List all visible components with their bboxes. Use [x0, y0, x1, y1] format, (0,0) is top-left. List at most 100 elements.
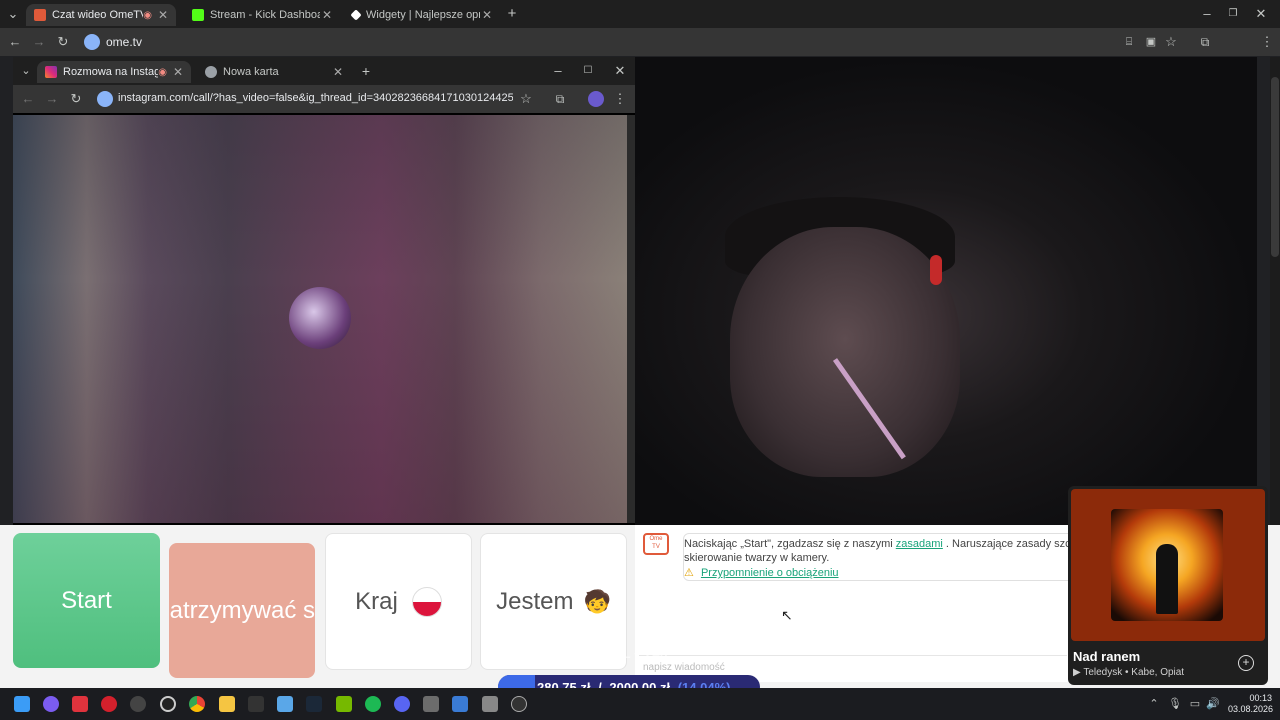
menu-icon[interactable]: ⋮ [1258, 34, 1276, 50]
address-bar[interactable]: ome.tv [106, 35, 142, 49]
tab-search-icon[interactable]: ⌄ [4, 6, 22, 22]
recording-icon: ◉ [143, 9, 152, 21]
chrome-icon[interactable] [189, 696, 205, 712]
goal-title: FOTEL + 24h [588, 646, 668, 661]
forward-icon[interactable]: → [30, 34, 48, 50]
close-tab-icon[interactable]: ✕ [156, 8, 170, 22]
file-explorer-icon[interactable] [219, 696, 235, 712]
rules-link[interactable]: zasadami [896, 538, 943, 550]
scrollbar-thumb[interactable] [1271, 77, 1279, 257]
scrollbar[interactable] [627, 115, 635, 523]
new-tab-icon[interactable]: + [503, 6, 521, 22]
tab-instagram-call[interactable]: Rozmowa na Instagramie ◉ ✕ [37, 61, 191, 83]
forward-icon[interactable]: → [43, 91, 61, 107]
tab-ometv[interactable]: Czat wideo OmeTV — alter ◉ ✕ [26, 4, 176, 26]
opera-icon[interactable] [101, 696, 117, 712]
tab-new-tab[interactable]: Nowa karta ✕ [197, 61, 351, 83]
country-label: Kraj [355, 587, 398, 615]
taskbar: ⌃ 🎙 ▭ 🔊 00:13 03.08.2026 [0, 688, 1280, 720]
poland-flag-icon [411, 586, 442, 617]
cast-icon[interactable]: ▣ [1142, 34, 1160, 50]
reload-icon[interactable]: ↻ [67, 91, 85, 107]
notice-line-1: Naciskając „Start", zgadzasz się z naszy… [684, 538, 1074, 550]
kick-favicon-icon [192, 9, 204, 21]
steelseries-icon[interactable] [160, 696, 176, 712]
minimize-icon[interactable]: – [1198, 6, 1216, 22]
add-icon[interactable]: + [1238, 655, 1254, 671]
song-title: Nad ranem [1073, 649, 1141, 664]
notion-icon[interactable] [248, 696, 264, 712]
instagram-icon [45, 66, 57, 78]
gender-label: Jestem [496, 587, 574, 615]
album-cover [1111, 509, 1223, 621]
menu-icon[interactable]: ⋮ [611, 91, 629, 107]
extensions-icon[interactable]: ⧉ [551, 91, 569, 107]
country-button[interactable]: Kraj [325, 533, 472, 670]
bookmark-star-icon[interactable]: ☆ [517, 91, 535, 107]
close-tab-icon[interactable]: ✕ [171, 65, 185, 79]
stop-button[interactable]: Zatrzymywać się [169, 543, 315, 678]
maximize-icon[interactable]: ☐ [579, 63, 597, 79]
close-window-icon[interactable]: ✕ [1252, 6, 1270, 22]
nvidia-icon[interactable] [336, 696, 352, 712]
steam-icon[interactable] [306, 696, 322, 712]
new-tab-icon[interactable]: + [357, 63, 375, 79]
headphone-light [930, 255, 942, 285]
network-icon[interactable]: ▭ [1186, 696, 1204, 712]
reminder-link[interactable]: Przypomnienie o obciążeniu [701, 567, 839, 579]
chat-panel: Ome TV Naciskając „Start", zgadzasz się … [635, 525, 1075, 682]
tab-widgety[interactable]: Widgety | Najlepsze oprogram ✕ [344, 4, 500, 26]
photos-icon[interactable] [277, 696, 293, 712]
reload-icon[interactable]: ↻ [54, 34, 72, 50]
back-icon[interactable]: ← [19, 91, 37, 107]
bookmark-star-icon[interactable]: ☆ [1162, 34, 1180, 50]
ometv-logo-icon: Ome TV [643, 533, 669, 555]
start-button[interactable]: Start [13, 533, 160, 668]
browser-tab-bar: ⌄ Czat wideo OmeTV — alter ◉ ✕ Stream - … [0, 0, 1280, 28]
tab-kick[interactable]: Stream - Kick Dashboard ✕ [184, 4, 340, 26]
music-widget: Nad ranem ▶ Teledysk • Kabe, Opiat + [1068, 486, 1268, 685]
boy-emoji-icon: 🧒 [583, 588, 611, 614]
person-face [730, 227, 960, 477]
notice-line-2: skierowanie twarzy w kamery. [684, 552, 830, 564]
translate-icon[interactable]: ⌸ [1120, 34, 1138, 50]
windows-start-icon[interactable] [14, 696, 30, 712]
tab-search-icon[interactable]: ⌄ [17, 63, 35, 79]
microphone-in-use-icon[interactable] [97, 91, 113, 107]
clock-time: 00:13 [1249, 693, 1272, 703]
clipboard-icon[interactable] [130, 696, 146, 712]
calculator-icon[interactable] [423, 696, 439, 712]
copilot-icon[interactable] [43, 696, 59, 712]
spotify-icon[interactable] [365, 696, 381, 712]
msi-icon[interactable] [72, 696, 88, 712]
site-info-icon[interactable] [84, 34, 100, 50]
chrome-icon [205, 66, 217, 78]
extensions-icon[interactable]: ⧉ [1196, 34, 1214, 50]
snipping-tool-icon[interactable] [482, 696, 498, 712]
profile-avatar[interactable] [588, 91, 604, 107]
inner-tab-bar: ⌄ Rozmowa na Instagramie ◉ ✕ Nowa karta … [13, 57, 635, 85]
system-clock[interactable]: 00:13 03.08.2026 [1228, 693, 1273, 715]
mouse-cursor-icon: ↖ [781, 607, 793, 623]
tray-chevron-icon[interactable]: ⌃ [1145, 696, 1163, 712]
message-placeholder: napisz wiadomość [643, 662, 725, 673]
address-bar[interactable]: instagram.com/call/?has_video=false&ig_t… [118, 92, 513, 104]
close-tab-icon[interactable]: ✕ [480, 8, 494, 22]
close-tab-icon[interactable]: ✕ [331, 65, 345, 79]
microphone-icon[interactable]: 🎙 [1166, 696, 1184, 712]
obs-icon[interactable] [511, 696, 527, 712]
stranger-video-feed [635, 57, 1257, 525]
warning-icon: ⚠ [684, 567, 694, 579]
page-scrollbar[interactable] [1270, 57, 1280, 527]
discord-icon[interactable] [394, 696, 410, 712]
instagram-call-window: ⌄ Rozmowa na Instagramie ◉ ✕ Nowa karta … [13, 57, 635, 525]
minimize-icon[interactable]: – [549, 63, 567, 79]
mail-icon[interactable] [452, 696, 468, 712]
restore-icon[interactable]: ❐ [1224, 6, 1242, 22]
song-subtitle: ▶ Teledysk • Kabe, Opiat [1073, 667, 1185, 678]
browser-toolbar: ← → ↻ ome.tv ⌸ ▣ ☆ ⧉ ⋮ [0, 28, 1280, 78]
volume-icon[interactable]: 🔊 [1204, 696, 1222, 712]
back-icon[interactable]: ← [6, 34, 24, 50]
close-tab-icon[interactable]: ✕ [320, 8, 334, 22]
close-window-icon[interactable]: ✕ [611, 63, 629, 79]
